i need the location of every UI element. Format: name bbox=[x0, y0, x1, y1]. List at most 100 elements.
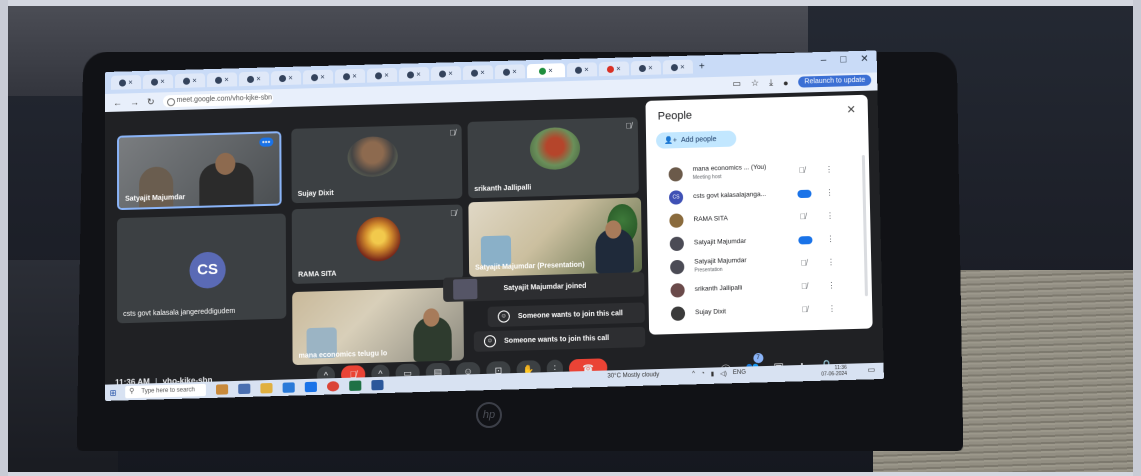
browser-tab[interactable]: ✕ bbox=[494, 64, 526, 80]
participant-tile[interactable]: mana economics telugu lo bbox=[292, 287, 464, 366]
more-options-icon[interactable]: ⋮ bbox=[826, 234, 834, 243]
close-icon[interactable]: ✕ bbox=[128, 79, 133, 86]
participant-tile[interactable]: 🎙̸ RAMA SITA bbox=[291, 204, 464, 284]
toast-text: Someone wants to join this call bbox=[504, 334, 610, 345]
join-request-toast[interactable]: ☺ Someone wants to join this call bbox=[487, 302, 645, 328]
more-options-icon[interactable]: ⋮ bbox=[828, 304, 836, 313]
windows-start-icon[interactable]: ⊞ bbox=[105, 384, 121, 401]
browser-tab[interactable]: ✕ bbox=[598, 61, 630, 77]
browser-tab[interactable]: ✕ bbox=[366, 67, 398, 83]
reload-icon[interactable]: ↻ bbox=[147, 96, 155, 107]
new-tab-button[interactable]: + bbox=[699, 61, 705, 72]
volume-icon[interactable]: ◁) bbox=[720, 370, 727, 377]
participant-tile[interactable]: 🎙̸ srikanth Jallipalli bbox=[467, 117, 639, 199]
minimize-button[interactable]: – bbox=[821, 55, 827, 66]
browser-tab[interactable]: ✕ bbox=[239, 71, 270, 87]
close-icon[interactable]: ✕ bbox=[548, 67, 553, 74]
close-icon[interactable]: ✕ bbox=[616, 65, 621, 72]
mic-off-icon: 🎙̸ bbox=[450, 208, 457, 218]
bookmark-star-icon[interactable]: ☆ bbox=[751, 78, 759, 89]
profile-avatar-icon[interactable]: ● bbox=[783, 77, 789, 87]
more-options-icon[interactable]: ⋮ bbox=[825, 188, 833, 197]
browser-tab[interactable]: ✕ bbox=[143, 74, 174, 89]
browser-tab[interactable]: ✕ bbox=[662, 59, 694, 75]
close-icon[interactable]: ✕ bbox=[680, 63, 685, 70]
browser-tab[interactable]: ✕ bbox=[270, 70, 302, 86]
participant-tile[interactable]: ••• Satyajit Majumdar bbox=[117, 131, 282, 211]
close-icon[interactable]: ✕ bbox=[846, 103, 855, 116]
browser-tab[interactable]: ✕ bbox=[302, 69, 334, 85]
participant-name: mana economics ... (You) Meeting host bbox=[693, 163, 784, 182]
weather-widget[interactable]: 30°C Mostly cloudy bbox=[607, 372, 659, 380]
close-icon[interactable]: ✕ bbox=[384, 72, 389, 79]
back-arrow-icon[interactable]: ← bbox=[113, 98, 122, 108]
more-options-icon[interactable]: ⋮ bbox=[825, 165, 833, 174]
word-icon[interactable] bbox=[371, 379, 384, 391]
browser-tab[interactable]: ✕ bbox=[334, 68, 366, 84]
join-request-toast[interactable]: ☺ Someone wants to join this call bbox=[473, 326, 646, 352]
edge-icon[interactable] bbox=[304, 381, 317, 393]
participant-tile[interactable]: 🎙̸ Sujay Dixit bbox=[291, 124, 463, 204]
taskbar-date: 07-06-2024 bbox=[821, 370, 848, 378]
more-options-icon[interactable]: ⋮ bbox=[827, 258, 835, 267]
close-icon[interactable]: ✕ bbox=[584, 66, 589, 73]
relaunch-to-update-button[interactable]: Relaunch to update bbox=[798, 74, 872, 88]
taskbar-clock[interactable]: 11:36 07-06-2024 bbox=[821, 365, 847, 378]
close-icon[interactable]: ✕ bbox=[648, 64, 653, 71]
task-view-icon[interactable] bbox=[238, 383, 251, 395]
network-icon[interactable]: ◔ bbox=[701, 371, 705, 378]
more-options-icon[interactable]: ⋮ bbox=[827, 281, 835, 290]
close-icon[interactable]: ✕ bbox=[352, 72, 357, 79]
close-icon[interactable]: ✕ bbox=[480, 69, 485, 76]
panel-scrollbar[interactable] bbox=[861, 154, 868, 297]
battery-icon[interactable]: ▮ bbox=[711, 371, 714, 378]
taskbar-app-icon[interactable] bbox=[216, 384, 229, 395]
taskbar-search-input[interactable]: Type here to search bbox=[125, 383, 206, 399]
browser-tab[interactable]: ✕ bbox=[175, 73, 206, 89]
file-explorer-icon[interactable] bbox=[260, 382, 273, 394]
browser-tab[interactable]: ✕ bbox=[566, 62, 598, 78]
more-options-icon[interactable]: ⋮ bbox=[826, 211, 834, 220]
chrome-icon[interactable] bbox=[326, 381, 340, 392]
image-border bbox=[1133, 0, 1141, 476]
browser-tab[interactable]: ✕ bbox=[630, 60, 662, 76]
camera-icon[interactable]: ▭ bbox=[732, 78, 741, 89]
forward-arrow-icon[interactable]: → bbox=[130, 97, 139, 107]
browser-tab-active-meet[interactable]: ✕ bbox=[526, 63, 566, 79]
participant-avatar bbox=[668, 166, 683, 182]
close-icon[interactable]: ✕ bbox=[320, 73, 325, 80]
participant-avatar bbox=[529, 126, 581, 171]
browser-tab[interactable]: ✕ bbox=[111, 74, 142, 90]
maximize-button[interactable]: □ bbox=[840, 54, 846, 65]
participant-tile-presentation[interactable]: Satyajit Majumdar (Presentation) bbox=[468, 197, 643, 277]
tray-chevron-icon[interactable]: ^ bbox=[692, 371, 695, 378]
mail-icon[interactable] bbox=[282, 382, 295, 393]
close-icon[interactable]: ✕ bbox=[288, 74, 293, 81]
tab-favicon-icon bbox=[342, 72, 351, 80]
tab-favicon-icon bbox=[438, 69, 447, 78]
close-window-button[interactable]: ✕ bbox=[860, 54, 869, 65]
speaking-indicator-icon bbox=[797, 189, 812, 198]
browser-tab[interactable]: ✕ bbox=[462, 65, 494, 80]
close-icon[interactable]: ✕ bbox=[160, 78, 165, 85]
close-icon[interactable]: ✕ bbox=[512, 68, 517, 75]
tab-favicon-icon bbox=[118, 78, 126, 87]
participant-row[interactable]: Sujay Dixit 🎙̸ ⋮ bbox=[655, 296, 857, 325]
browser-tab[interactable]: ✕ bbox=[398, 66, 430, 82]
participant-tile[interactable]: CS csts govt kalasala jangereddigudem bbox=[117, 213, 287, 324]
excel-icon[interactable] bbox=[349, 380, 362, 391]
close-icon[interactable]: ✕ bbox=[416, 71, 421, 78]
close-icon[interactable]: ✕ bbox=[224, 76, 229, 83]
browser-tab[interactable]: ✕ bbox=[430, 66, 462, 81]
notifications-icon[interactable]: ▭ bbox=[867, 365, 875, 374]
mic-off-icon: 🎙̸ bbox=[798, 165, 806, 175]
url-field[interactable]: meet.google.com/vho-kjke-sbn bbox=[162, 92, 273, 108]
download-icon[interactable]: ⤓ bbox=[769, 77, 773, 88]
add-people-button[interactable]: 👤+ Add people bbox=[655, 130, 737, 149]
participant-avatar bbox=[669, 212, 684, 228]
close-icon[interactable]: ✕ bbox=[256, 75, 261, 82]
language-indicator[interactable]: ENG bbox=[733, 370, 746, 377]
close-icon[interactable]: ✕ bbox=[448, 70, 453, 77]
browser-tab[interactable]: ✕ bbox=[207, 72, 238, 88]
close-icon[interactable]: ✕ bbox=[192, 77, 197, 84]
